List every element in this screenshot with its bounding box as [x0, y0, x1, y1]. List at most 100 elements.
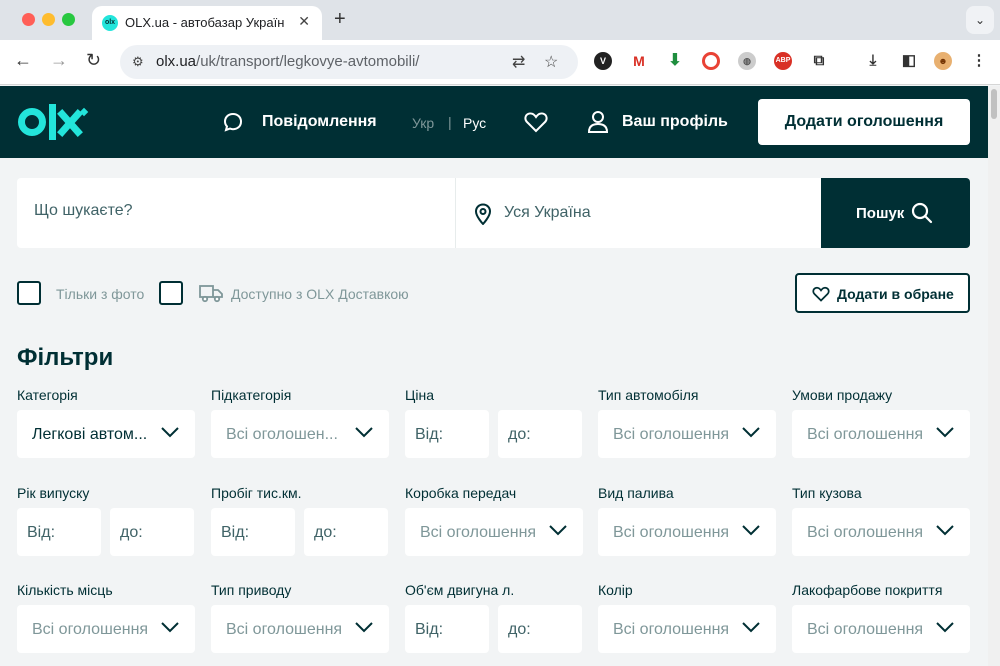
paint-select[interactable]: Всі оголошення — [792, 605, 970, 653]
search-button-label: Пошук — [856, 205, 905, 222]
add-favorite-button[interactable]: Додати в обране — [795, 273, 970, 313]
category-select[interactable]: Легкові автом... — [17, 410, 195, 458]
scrollbar-thumb[interactable] — [991, 89, 997, 119]
subcategory-value: Всі оголошен... — [226, 426, 338, 443]
year-from-placeholder: Від: — [27, 524, 56, 541]
gearbox-label: Коробка передач — [405, 485, 517, 501]
lang-rus-link[interactable]: Рус — [463, 115, 486, 131]
browser-menu-icon[interactable]: ⋮ — [970, 52, 988, 70]
extensions-puzzle-icon[interactable]: ⧉ — [810, 52, 828, 70]
window-minimize-button[interactable] — [42, 13, 55, 26]
gearbox-select[interactable]: Всі оголошення — [405, 508, 583, 556]
subcategory-select[interactable]: Всі оголошен... — [211, 410, 389, 458]
drive-value: Всі оголошення — [226, 621, 343, 638]
browser-toolbar: ← → ↻ ⚙ olx.ua/uk/transport/legkovye-avt… — [0, 40, 1000, 85]
scrollbar[interactable] — [988, 86, 1000, 666]
chevron-down-icon — [742, 525, 760, 536]
lang-ukr-link[interactable]: Укр — [412, 115, 434, 131]
chevron-down-icon — [936, 427, 954, 438]
download-extension-icon[interactable]: ⬇ — [666, 52, 684, 70]
site-settings-icon[interactable]: ⚙ — [132, 54, 144, 70]
new-tab-button[interactable]: + — [334, 8, 346, 31]
seats-label: Кількість місць — [17, 582, 113, 598]
mileage-to-input[interactable]: до: — [304, 508, 388, 556]
messages-link[interactable]: Повідомлення — [262, 113, 377, 131]
mileage-label: Пробіг тис.км. — [211, 485, 302, 501]
price-to-input[interactable]: до: — [498, 410, 582, 458]
search-input[interactable] — [34, 202, 434, 220]
fuel-select[interactable]: Всі оголошення — [598, 508, 776, 556]
add-favorite-label: Додати в обране — [837, 286, 954, 302]
downloads-icon[interactable]: ⤓ — [864, 52, 882, 70]
paint-label: Лакофарбове покриття — [792, 582, 943, 598]
chevron-down-icon — [355, 622, 373, 633]
back-arrow-icon[interactable]: ← — [14, 50, 32, 71]
location-field[interactable]: Уся Україна — [455, 178, 821, 248]
chevron-down-icon — [742, 427, 760, 438]
chevron-down-icon — [936, 622, 954, 633]
search-icon — [911, 202, 933, 224]
subcategory-label: Підкатегорія — [211, 387, 292, 403]
user-icon[interactable] — [588, 110, 608, 134]
vpn-extension-icon[interactable]: V — [594, 52, 612, 70]
car-type-select[interactable]: Всі оголошення — [598, 410, 776, 458]
engine-from-placeholder: Від: — [415, 621, 444, 638]
tab-title: OLX.ua - автобазар України — [125, 15, 285, 30]
adblock-extension-icon[interactable]: ABP — [774, 52, 792, 70]
avatar[interactable]: ☻ — [934, 52, 952, 70]
tab-close-icon[interactable]: ✕ — [298, 13, 310, 30]
engine-to-input[interactable]: до: — [498, 605, 582, 653]
year-to-input[interactable]: до: — [110, 508, 194, 556]
window-zoom-button[interactable] — [62, 13, 75, 26]
reload-icon[interactable]: ↻ — [86, 50, 101, 71]
drive-select[interactable]: Всі оголошення — [211, 605, 389, 653]
bookmark-star-icon[interactable]: ☆ — [544, 52, 558, 72]
address-bar[interactable]: ⚙ olx.ua/uk/transport/legkovye-avtomobil… — [120, 45, 578, 79]
category-value: Легкові автом... — [32, 426, 148, 443]
search-box — [17, 178, 455, 248]
engine-label: Об'єм двигуна л. — [405, 582, 515, 598]
sale-terms-select[interactable]: Всі оголошення — [792, 410, 970, 458]
photo-only-checkbox[interactable] — [17, 281, 41, 305]
body-type-select[interactable]: Всі оголошення — [792, 508, 970, 556]
chevron-down-icon — [549, 525, 567, 536]
url-text[interactable]: olx.ua/uk/transport/legkovye-avtomobili/ — [156, 53, 419, 70]
olx-logo-icon[interactable] — [18, 101, 90, 143]
color-select[interactable]: Всі оголошення — [598, 605, 776, 653]
olx-delivery-checkbox[interactable] — [159, 281, 183, 305]
mileage-from-input[interactable]: Від: — [211, 508, 295, 556]
side-panel-icon[interactable]: ◧ — [900, 52, 918, 70]
browser-tab[interactable]: olx OLX.ua - автобазар України ✕ — [92, 6, 322, 40]
mileage-to-placeholder: до: — [314, 524, 337, 541]
price-from-input[interactable]: Від: — [405, 410, 489, 458]
heart-icon[interactable] — [524, 111, 548, 133]
search-button[interactable]: Пошук — [821, 178, 970, 248]
engine-from-input[interactable]: Від: — [405, 605, 489, 653]
fuel-value: Всі оголошення — [613, 524, 730, 541]
seats-value: Всі оголошення — [32, 621, 149, 638]
location-pin-icon — [474, 203, 492, 225]
add-ad-button[interactable]: Додати оголошення — [758, 99, 970, 145]
gmail-extension-icon[interactable]: M — [630, 52, 648, 70]
engine-to-placeholder: до: — [508, 621, 531, 638]
year-label: Рік випуску — [17, 485, 90, 501]
tab-search-chevron-icon[interactable]: ⌄ — [966, 6, 994, 34]
paint-value: Всі оголошення — [807, 621, 924, 638]
olx-delivery-label[interactable]: Доступно з OLX Доставкою — [231, 286, 409, 302]
chevron-down-icon — [936, 525, 954, 536]
year-from-input[interactable]: Від: — [17, 508, 101, 556]
color-value: Всі оголошення — [613, 621, 730, 638]
mileage-from-placeholder: Від: — [221, 524, 250, 541]
seats-select[interactable]: Всі оголошення — [17, 605, 195, 653]
site-header: Повідомлення Укр | Рус Ваш профіль Додат… — [0, 86, 988, 158]
profile-link[interactable]: Ваш профіль — [622, 113, 728, 131]
translate-icon[interactable]: ⇄ — [512, 52, 525, 72]
color-extension-icon[interactable] — [702, 52, 720, 70]
photo-only-label[interactable]: Тільки з фото — [56, 286, 144, 302]
window-close-button[interactable] — [22, 13, 35, 26]
chat-bubble-icon[interactable] — [222, 111, 244, 133]
olx-favicon-icon: olx — [102, 15, 118, 31]
drive-label: Тип приводу — [211, 582, 292, 598]
forward-arrow-icon[interactable]: → — [50, 50, 68, 71]
globe-extension-icon[interactable]: ◍ — [738, 52, 756, 70]
